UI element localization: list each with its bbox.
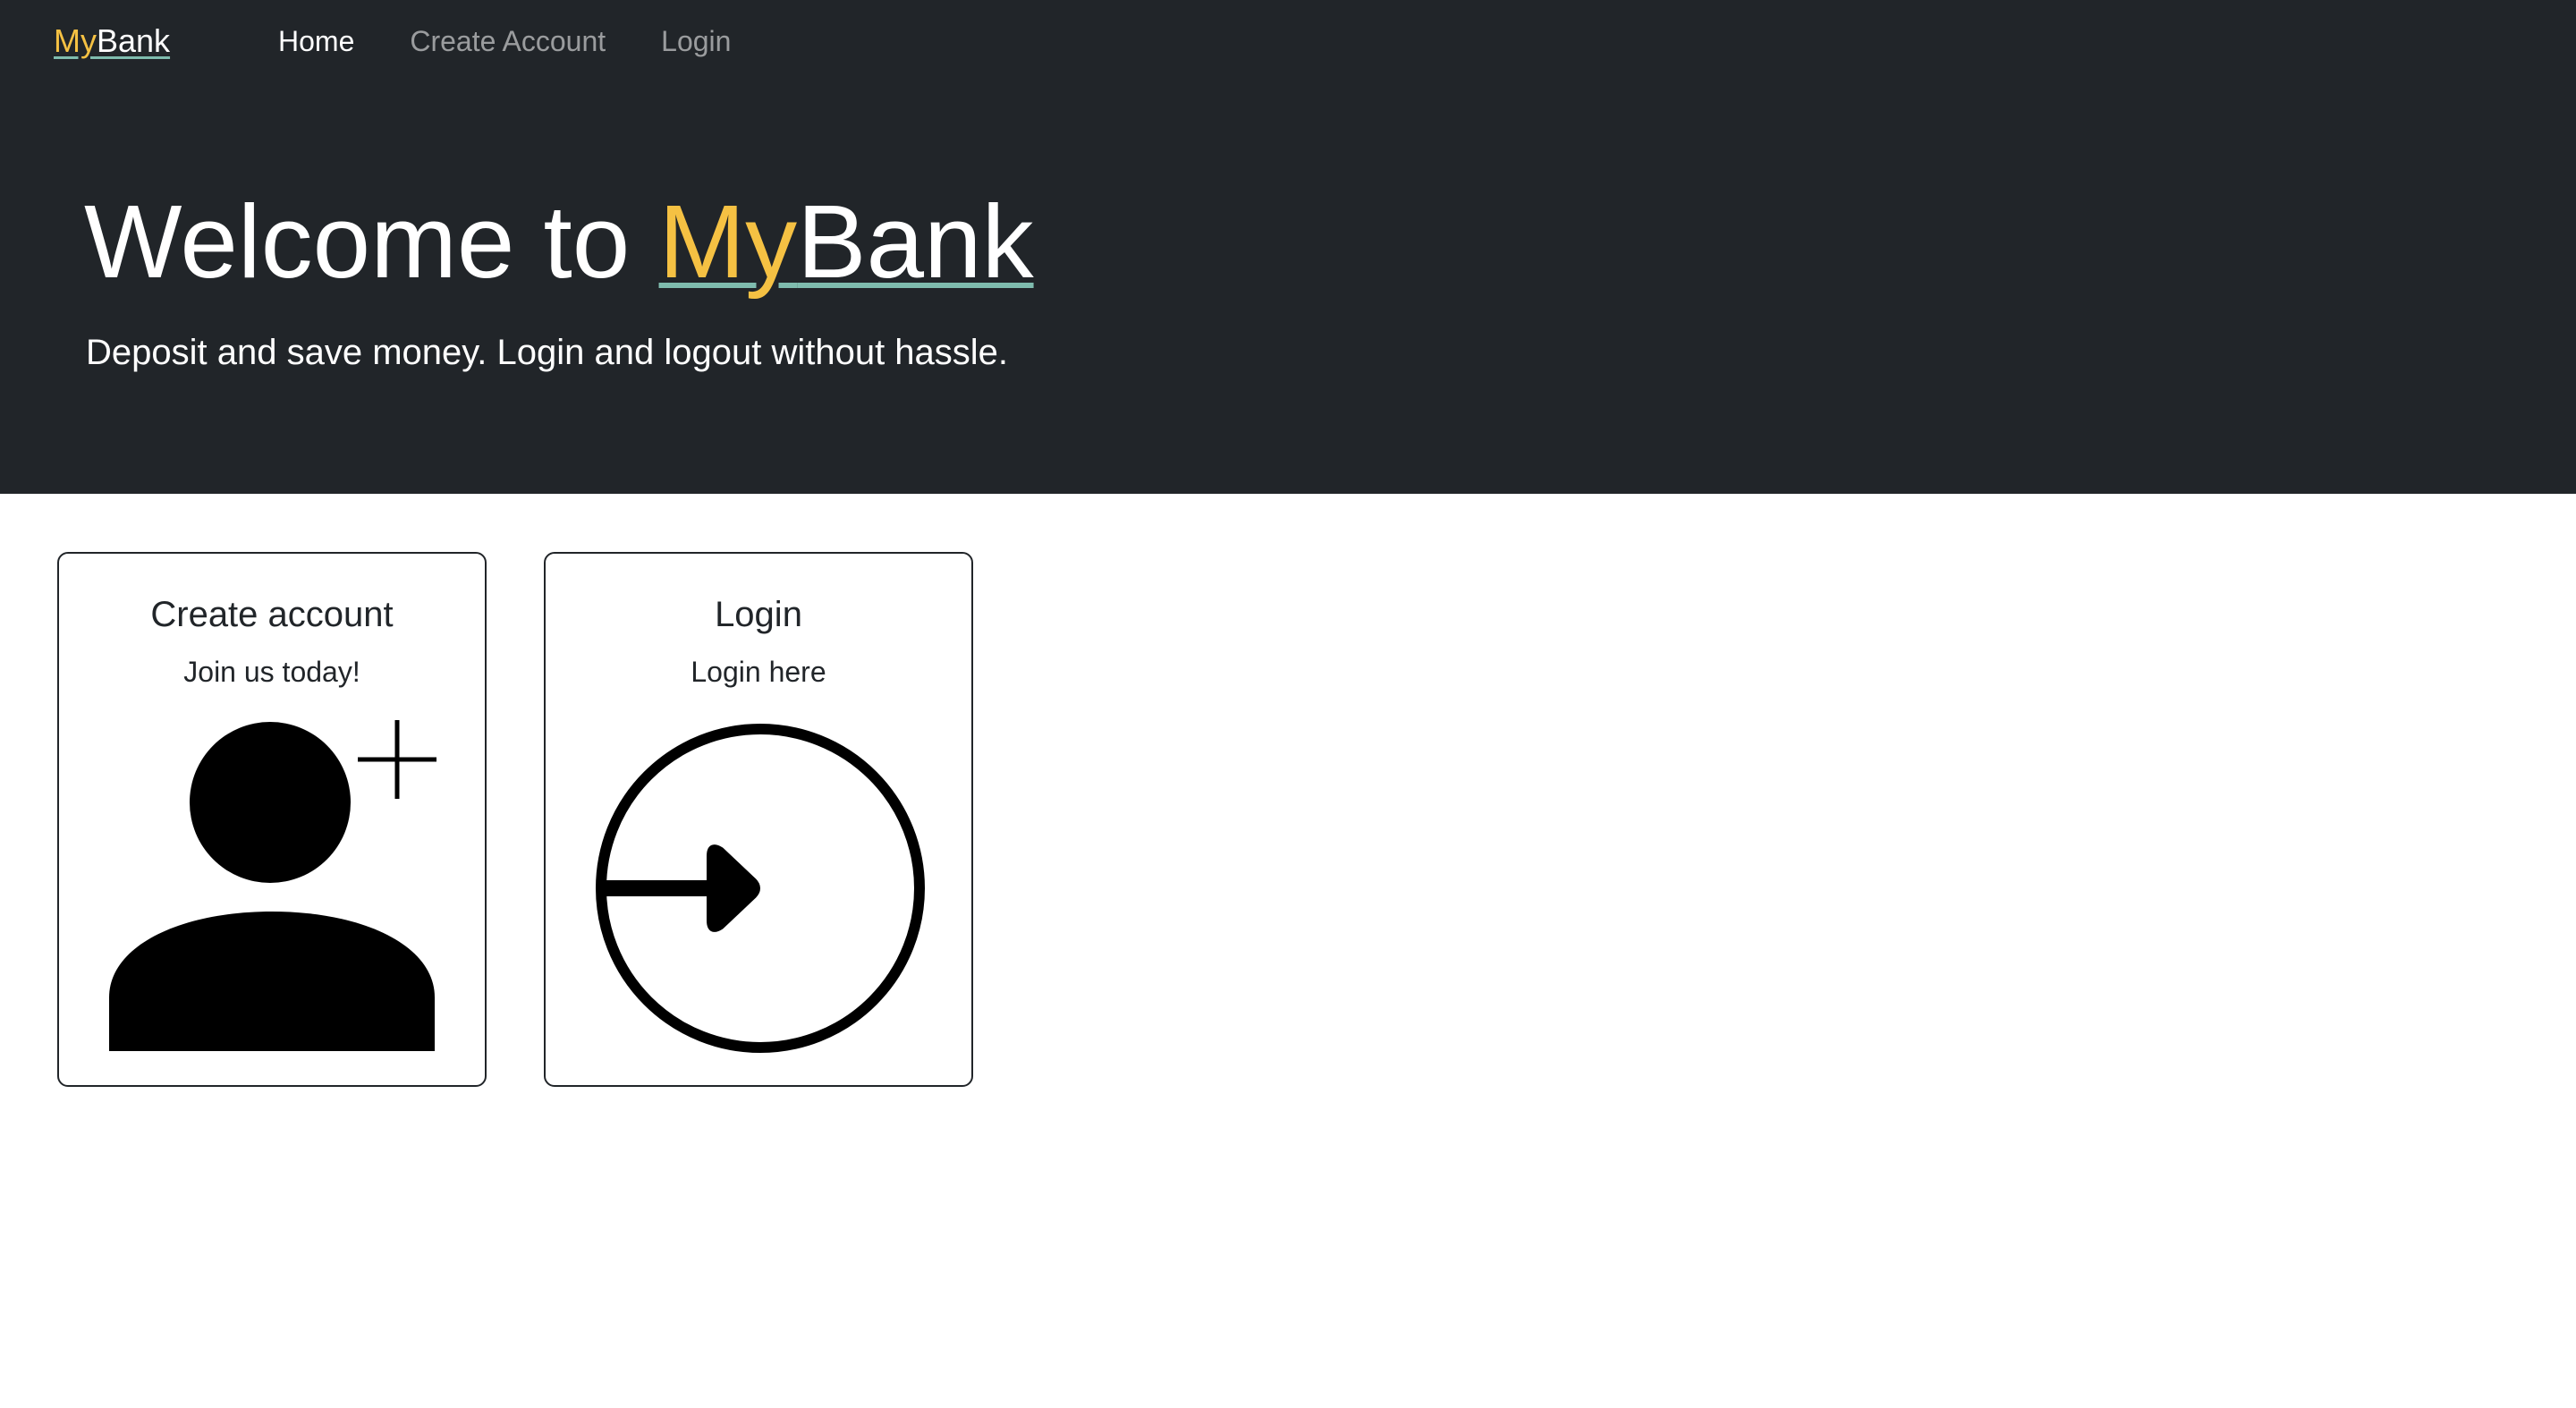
hero-title: Welcome to MyBank bbox=[84, 179, 1034, 304]
hero-brand-bank: Bank bbox=[797, 183, 1034, 300]
brand-logo[interactable]: MyBank bbox=[54, 20, 170, 63]
card-title: Login bbox=[715, 595, 802, 634]
person-add-icon bbox=[109, 720, 436, 1051]
hero-title-prefix: Welcome to bbox=[84, 183, 659, 300]
card-text: Login here bbox=[691, 656, 826, 688]
nav-links: Home Create Account Login bbox=[278, 20, 786, 63]
card-title: Create account bbox=[150, 595, 394, 634]
nav-link-login[interactable]: Login bbox=[661, 20, 731, 63]
nav-link-home[interactable]: Home bbox=[278, 20, 354, 63]
create-account-card[interactable]: Create account Join us today! bbox=[57, 552, 487, 1087]
nav-link-create-account[interactable]: Create Account bbox=[410, 20, 606, 63]
brand-part-my: My bbox=[54, 22, 97, 59]
box-arrow-in-right-icon bbox=[596, 724, 925, 1053]
navbar: MyBank Home Create Account Login bbox=[0, 0, 2576, 84]
hero-brand: MyBank bbox=[659, 183, 1034, 300]
login-card[interactable]: Login Login here bbox=[544, 552, 973, 1087]
hero-brand-my: My bbox=[658, 183, 798, 300]
hero-subtitle: Deposit and save money. Login and logout… bbox=[86, 333, 1009, 372]
card-text: Join us today! bbox=[183, 656, 360, 688]
brand-part-bank: Bank bbox=[97, 22, 171, 59]
header-section: MyBank Home Create Account Login Welcome… bbox=[0, 0, 2576, 494]
